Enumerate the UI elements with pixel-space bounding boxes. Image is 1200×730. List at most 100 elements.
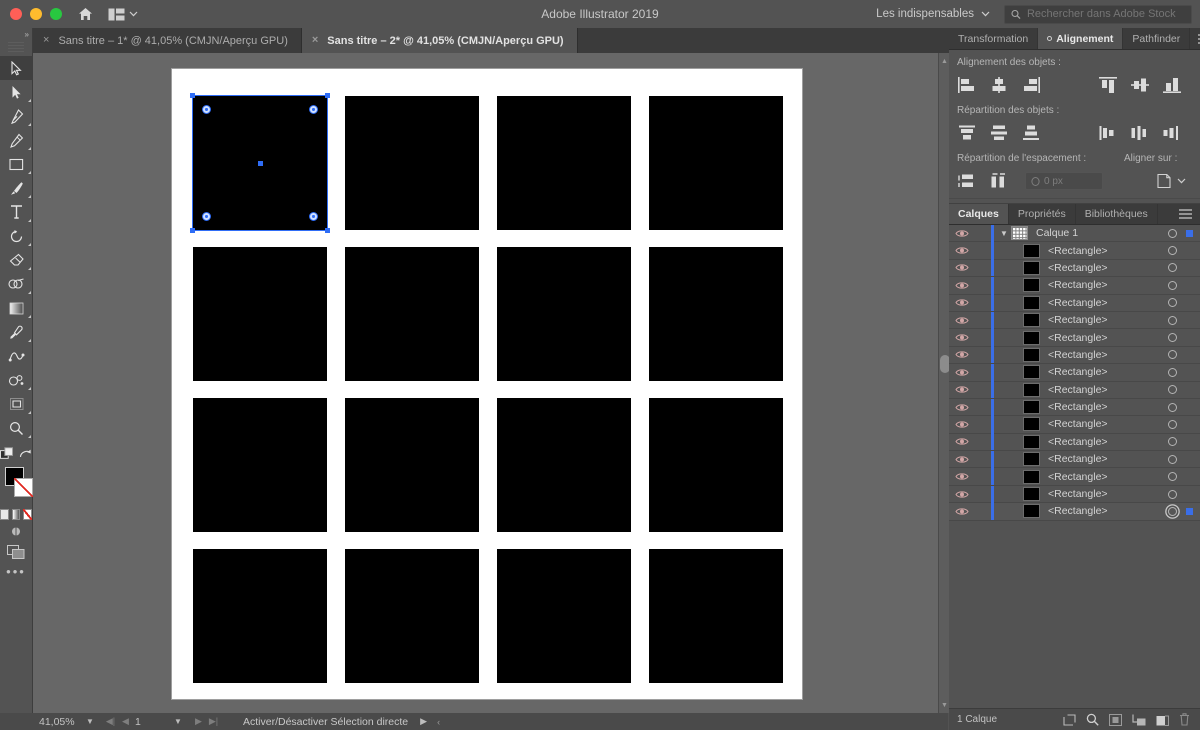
- none-swatch-button[interactable]: [23, 509, 32, 520]
- artboard[interactable]: [172, 69, 802, 699]
- undo-arrow-icon[interactable]: [19, 448, 32, 460]
- chevron-down-icon[interactable]: ▼: [997, 229, 1011, 238]
- object-selection-indicator[interactable]: [1186, 299, 1193, 306]
- live-corner-widget-bottom-right[interactable]: [309, 212, 318, 221]
- object-selection-indicator[interactable]: [1186, 473, 1193, 480]
- target-circle-icon[interactable]: [1168, 298, 1177, 307]
- eye-icon[interactable]: [949, 350, 975, 359]
- selection-handle-top-right[interactable]: [325, 93, 330, 98]
- canvas-area[interactable]: [33, 53, 948, 713]
- target-circle-icon[interactable]: [1168, 229, 1177, 238]
- target-circle-icon[interactable]: [1168, 263, 1177, 272]
- distribute-horizontal-space-icon[interactable]: [987, 170, 1011, 192]
- list-item[interactable]: <Rectangle>: [949, 242, 1200, 259]
- close-icon[interactable]: ×: [312, 35, 318, 46]
- tab-proprietes[interactable]: Propriétés: [1009, 204, 1076, 224]
- object-selection-indicator[interactable]: [1186, 491, 1193, 498]
- spacing-value-input[interactable]: 0 px: [1025, 172, 1103, 190]
- eye-icon[interactable]: [949, 316, 975, 325]
- close-icon[interactable]: ×: [43, 35, 49, 46]
- object-selection-indicator[interactable]: [1186, 404, 1193, 411]
- object-name[interactable]: <Rectangle>: [1048, 349, 1168, 361]
- live-corner-widget-top-left[interactable]: [202, 105, 211, 114]
- object-selection-indicator[interactable]: [1186, 282, 1193, 289]
- target-circle-icon[interactable]: [1168, 281, 1177, 290]
- search-input[interactable]: [1027, 8, 1185, 20]
- panel-menu-icon[interactable]: [1171, 204, 1200, 224]
- align-top-icon[interactable]: [1096, 74, 1120, 96]
- object-selection-indicator[interactable]: [1186, 334, 1193, 341]
- object-name[interactable]: <Rectangle>: [1048, 436, 1168, 448]
- target-circle-icon[interactable]: [1168, 385, 1177, 394]
- object-selection-indicator[interactable]: [1186, 351, 1193, 358]
- layout-switcher-icon[interactable]: [108, 4, 138, 24]
- selection-tool[interactable]: [0, 56, 33, 80]
- eye-icon[interactable]: [949, 385, 975, 394]
- locate-object-icon[interactable]: [1063, 714, 1076, 726]
- list-item[interactable]: <Rectangle>: [949, 451, 1200, 468]
- curvature-tool[interactable]: [0, 128, 33, 152]
- search-icon[interactable]: [1086, 713, 1099, 726]
- prev-page-icon[interactable]: ◀: [118, 716, 133, 727]
- stroke-swatch[interactable]: [14, 478, 33, 497]
- rectangle-shape[interactable]: [497, 398, 631, 532]
- eye-icon[interactable]: [949, 507, 975, 516]
- target-circle-icon[interactable]: [1168, 333, 1177, 342]
- eye-icon[interactable]: [949, 333, 975, 342]
- object-name[interactable]: <Rectangle>: [1048, 262, 1168, 274]
- object-name[interactable]: <Rectangle>: [1048, 314, 1168, 326]
- minimize-window-button[interactable]: [30, 8, 42, 20]
- selection-handle-top-left[interactable]: [190, 93, 195, 98]
- list-item[interactable]: <Rectangle>: [949, 260, 1200, 277]
- eye-icon[interactable]: [949, 368, 975, 377]
- canvas-vertical-scrollbar[interactable]: ▲ ▼: [938, 53, 949, 713]
- object-name[interactable]: <Rectangle>: [1048, 279, 1168, 291]
- distribute-right-icon[interactable]: [1160, 122, 1184, 144]
- target-circle-icon[interactable]: [1168, 316, 1177, 325]
- create-sublayer-icon[interactable]: [1132, 714, 1146, 726]
- rectangle-shape[interactable]: [497, 549, 631, 683]
- gradient-tool[interactable]: [0, 296, 33, 320]
- list-item[interactable]: <Rectangle>: [949, 399, 1200, 416]
- eye-icon[interactable]: [949, 455, 975, 464]
- selection-handle-bottom-right[interactable]: [325, 228, 330, 233]
- page-dropdown-chevron-down-icon[interactable]: ▼: [171, 717, 185, 726]
- edit-toolbar-button[interactable]: •••: [0, 563, 32, 581]
- rectangle-shape[interactable]: [497, 247, 631, 381]
- object-name[interactable]: <Rectangle>: [1048, 245, 1168, 257]
- live-corner-widget-top-right[interactable]: [309, 105, 318, 114]
- eye-icon[interactable]: [949, 281, 975, 290]
- align-horizontal-center-icon[interactable]: [987, 74, 1011, 96]
- screen-mode-icon[interactable]: [7, 545, 25, 559]
- align-right-icon[interactable]: [1019, 74, 1043, 96]
- rectangle-shape[interactable]: [193, 398, 327, 532]
- eye-icon[interactable]: [949, 403, 975, 412]
- object-name[interactable]: <Rectangle>: [1048, 401, 1168, 413]
- create-new-layer-icon[interactable]: [1156, 714, 1169, 726]
- blend-tool[interactable]: [0, 344, 33, 368]
- toolbar-collapse-button[interactable]: »: [0, 28, 32, 40]
- rectangle-shape[interactable]: [649, 96, 783, 230]
- target-circle-icon[interactable]: [1168, 507, 1177, 516]
- shape-builder-tool[interactable]: [0, 272, 33, 296]
- object-selection-indicator[interactable]: [1186, 456, 1193, 463]
- live-corner-widget-bottom-left[interactable]: [202, 212, 211, 221]
- distribute-horizontal-center-icon[interactable]: [1128, 122, 1152, 144]
- object-selection-indicator[interactable]: [1186, 508, 1193, 515]
- eraser-tool[interactable]: [0, 248, 33, 272]
- object-name[interactable]: <Rectangle>: [1048, 332, 1168, 344]
- type-tool[interactable]: [0, 200, 33, 224]
- align-left-icon[interactable]: [955, 74, 979, 96]
- align-to-selector[interactable]: [1157, 173, 1186, 189]
- zoom-dropdown-chevron-down-icon[interactable]: ▼: [83, 717, 97, 726]
- rectangle-shape[interactable]: [649, 398, 783, 532]
- object-selection-indicator[interactable]: [1186, 386, 1193, 393]
- list-item[interactable]: <Rectangle>: [949, 503, 1200, 520]
- list-item[interactable]: <Rectangle>: [949, 416, 1200, 433]
- maximize-window-button[interactable]: [50, 8, 62, 20]
- rectangle-shape[interactable]: [345, 96, 479, 230]
- tab-calques[interactable]: Calques: [949, 204, 1009, 224]
- object-name[interactable]: <Rectangle>: [1048, 505, 1168, 517]
- workspace-selector[interactable]: Les indispensables: [870, 5, 996, 23]
- object-selection-indicator[interactable]: [1186, 369, 1193, 376]
